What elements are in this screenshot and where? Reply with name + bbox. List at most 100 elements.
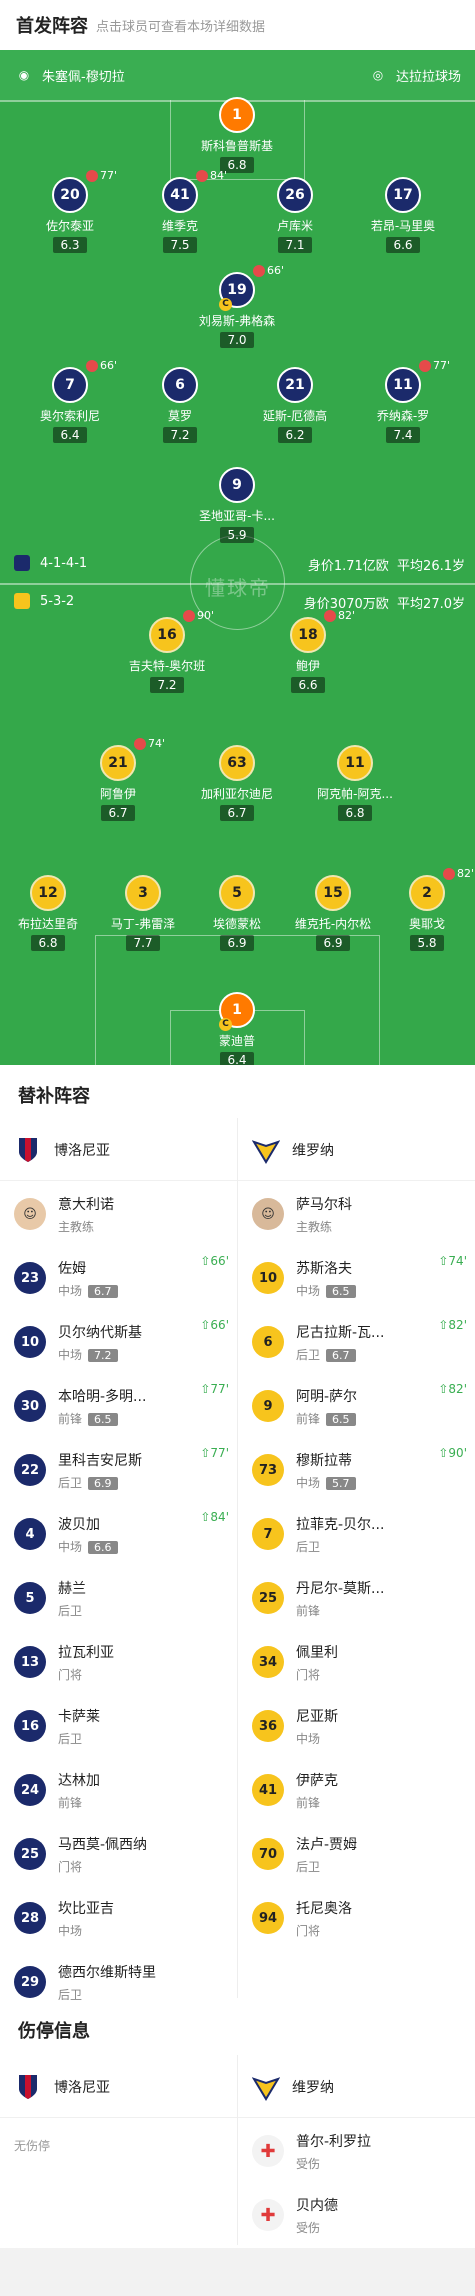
player-rating: 5.9 <box>220 527 254 543</box>
player-rating: 7.7 <box>126 935 160 951</box>
verona-logo-icon <box>252 2071 280 2103</box>
sub-player-row[interactable]: 41 伊萨克 前锋 <box>238 1758 475 1822</box>
player-number-badge: 73 <box>252 1454 284 1486</box>
subs-home-team: 博洛尼亚 <box>0 1118 237 1182</box>
player-number-badge: 4 <box>14 1518 46 1550</box>
home-player[interactable]: 1 斯科鲁普斯基 6.8 <box>190 97 284 173</box>
away-player[interactable]: 18 鲍伊 6.6 <box>261 617 355 693</box>
player-number: 2 <box>409 875 445 911</box>
sub-player-row[interactable]: 36 尼亚斯 中场 <box>238 1694 475 1758</box>
player-number: 7 <box>52 367 88 403</box>
player-name: 吉夫特-奥尔班 <box>128 659 206 673</box>
sub-player-row[interactable]: 25 丹尼尔-莫斯... 前锋 <box>238 1566 475 1630</box>
player-number: 1 <box>219 97 255 133</box>
home-player[interactable]: 7 奥尔索利尼 6.4 <box>23 367 117 443</box>
away-player[interactable]: 3 马丁-弗雷泽 7.7 <box>96 875 190 951</box>
verona-logo-icon <box>252 1134 280 1166</box>
sub-player-row[interactable]: 10 贝尔纳代斯基 中场 7.2 ⇧66' <box>0 1310 237 1374</box>
injury-row[interactable]: ✚ 普尔-利罗拉 受伤 <box>238 2119 475 2183</box>
home-player[interactable]: 20 佐尔泰亚 6.3 <box>23 177 117 253</box>
away-player[interactable]: 2 奥耶戈 5.8 <box>380 875 474 951</box>
home-coach[interactable]: ☺ 意大利诺 主教练 <box>0 1182 237 1246</box>
away-player[interactable]: 5 埃德蒙松 6.9 <box>190 875 284 951</box>
sub-off-badge: 82' <box>443 867 474 880</box>
sub-player-row[interactable]: 25 马西莫-佩西纳 门将 <box>0 1822 237 1886</box>
home-player[interactable]: 19 刘易斯-弗格森 7.0 <box>190 272 284 348</box>
home-player[interactable]: 6 莫罗 7.2 <box>133 367 227 443</box>
sub-off-badge: 90' <box>183 609 214 622</box>
sub-rating: 6.9 <box>88 1476 118 1490</box>
player-rating: 6.9 <box>220 935 254 951</box>
player-number: 12 <box>30 875 66 911</box>
sub-player-row[interactable]: 5 赫兰 后卫 <box>0 1566 237 1630</box>
medical-cross-icon: ✚ <box>252 2199 284 2231</box>
player-rating: 6.8 <box>338 805 372 821</box>
bologna-logo-icon <box>14 1134 42 1166</box>
player-number-badge: 28 <box>14 1902 46 1934</box>
away-player[interactable]: 63 加利亚尔迪尼 6.7 <box>190 745 284 821</box>
home-player[interactable]: 11 乔纳森-罗 7.4 <box>356 367 450 443</box>
home-player[interactable]: 41 维季克 7.5 <box>133 177 227 253</box>
home-team-header: ◉ 朱塞佩-穆切拉 <box>14 50 125 100</box>
sub-player-row[interactable]: 13 拉瓦利亚 门将 <box>0 1630 237 1694</box>
sub-player-row[interactable]: 6 尼古拉斯-瓦... 后卫 6.7 ⇧82' <box>238 1310 475 1374</box>
player-name: 刘易斯-弗格森 <box>198 314 276 328</box>
sub-player-row[interactable]: 10 苏斯洛夫 中场 6.5 ⇧74' <box>238 1246 475 1310</box>
player-number: 16 <box>149 617 185 653</box>
injury-row[interactable]: ✚ 贝内德 受伤 <box>238 2183 475 2247</box>
home-player[interactable]: 9 圣地亚哥-卡... 5.9 <box>190 467 284 543</box>
player-name: 乔纳森-罗 <box>376 409 430 423</box>
home-player[interactable]: 26 卢库米 7.1 <box>248 177 342 253</box>
away-player[interactable]: 16 吉夫特-奥尔班 7.2 <box>120 617 214 693</box>
sub-rating: 6.6 <box>88 1540 118 1554</box>
away-player[interactable]: 12 布拉达里奇 6.8 <box>1 875 95 951</box>
sub-rating: 6.7 <box>88 1284 118 1298</box>
sub-player-row[interactable]: 94 托尼奥洛 门将 <box>238 1886 475 1950</box>
sub-player-row[interactable]: 7 拉菲克-贝尔... 后卫 <box>238 1502 475 1566</box>
watermark: 懂球帝 <box>205 576 271 600</box>
home-badge-icon <box>14 555 30 571</box>
sub-player-row[interactable]: 16 卡萨莱 后卫 <box>0 1694 237 1758</box>
player-number: 26 <box>277 177 313 213</box>
away-player[interactable]: 11 阿克帕-阿克... 6.8 <box>308 745 402 821</box>
player-number-badge: 7 <box>252 1518 284 1550</box>
sub-player-row[interactable]: 24 达林加 前锋 <box>0 1758 237 1822</box>
player-number-badge: 30 <box>14 1390 46 1422</box>
medical-cross-icon: ✚ <box>252 2135 284 2167</box>
player-number-badge: 9 <box>252 1390 284 1422</box>
home-player[interactable]: 21 延斯-厄德高 6.2 <box>248 367 342 443</box>
home-player[interactable]: 17 若昂-马里奥 6.6 <box>356 177 450 253</box>
sub-player-row[interactable]: 73 穆斯拉蒂 中场 5.7 ⇧90' <box>238 1438 475 1502</box>
player-number: 18 <box>290 617 326 653</box>
substitution-in-icon: ⇧ <box>200 1446 211 1460</box>
sub-player-row[interactable]: 34 佩里利 门将 <box>238 1630 475 1694</box>
player-name: 鲍伊 <box>295 659 320 673</box>
player-rating: 7.2 <box>150 677 184 693</box>
sub-player-row[interactable]: 23 佐姆 中场 6.7 ⇧66' <box>0 1246 237 1310</box>
away-player[interactable]: 15 维克托-内尔松 6.9 <box>286 875 380 951</box>
away-player[interactable]: 1 蒙迪普 6.4 <box>190 992 284 1065</box>
away-player[interactable]: 21 阿鲁伊 6.7 <box>71 745 165 821</box>
sub-player-row[interactable]: 22 里科吉安尼斯 后卫 6.9 ⇧77' <box>0 1438 237 1502</box>
player-number-badge: 16 <box>14 1710 46 1742</box>
player-rating: 6.4 <box>220 1052 254 1065</box>
sub-player-row[interactable]: 4 波贝加 中场 6.6 ⇧84' <box>0 1502 237 1566</box>
sub-player-row[interactable]: 9 阿明-萨尔 前锋 6.5 ⇧82' <box>238 1374 475 1438</box>
player-number-badge: 25 <box>14 1838 46 1870</box>
player-number: 11 <box>385 367 421 403</box>
substitution-icon <box>196 170 208 182</box>
sub-player-row[interactable]: 30 本哈明-多明... 前锋 6.5 ⇧77' <box>0 1374 237 1438</box>
sub-off-badge: 84' <box>196 169 227 182</box>
page-subtitle: 点击球员可查看本场详细数据 <box>96 19 266 35</box>
player-rating: 7.5 <box>163 237 197 253</box>
sub-player-row[interactable]: 28 坎比亚吉 中场 <box>0 1886 237 1950</box>
substitution-icon <box>183 610 195 622</box>
substitution-icon <box>419 360 431 372</box>
away-coach[interactable]: ☺ 萨马尔科 主教练 <box>238 1182 475 1246</box>
coach-avatar: ☺ <box>252 1198 284 1230</box>
page-title: 首发阵容 <box>16 16 88 37</box>
player-rating: 6.9 <box>316 935 350 951</box>
player-number: 21 <box>277 367 313 403</box>
sub-player-row[interactable]: 70 法卢-贾姆 后卫 <box>238 1822 475 1886</box>
player-rating: 7.1 <box>278 237 312 253</box>
